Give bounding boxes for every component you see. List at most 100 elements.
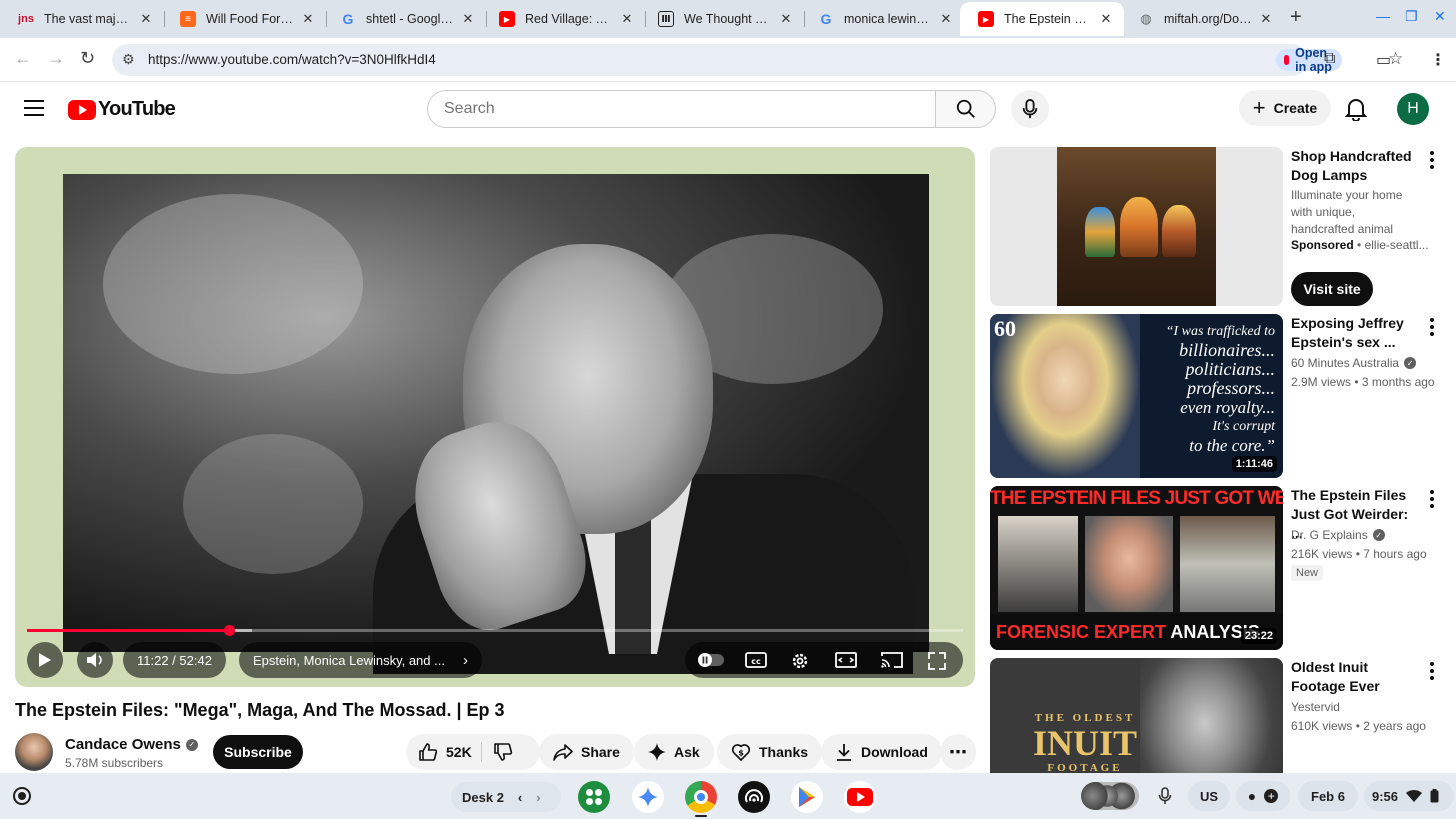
ad-title[interactable]: Shop Handcrafted Dog Lamps [1291, 147, 1419, 185]
close-tab-icon[interactable]: ✕ [460, 11, 476, 27]
download-button[interactable]: Download [821, 734, 942, 770]
close-tab-icon[interactable]: ✕ [778, 11, 794, 27]
browser-tab[interactable]: ≡ Will Food Forest P ✕ [162, 2, 327, 36]
like-button[interactable]: 52K [418, 742, 472, 762]
thanks-button[interactable]: $ Thanks [717, 734, 823, 770]
cast-button[interactable] [881, 651, 903, 674]
more-actions-button[interactable]: ⋯ [940, 734, 976, 770]
back-icon[interactable]: ← [14, 48, 32, 69]
browser-tab[interactable]: Ⅲ We Thought They ✕ [640, 2, 805, 36]
video-thumbnail[interactable]: 60 “I was trafficked to billionaires... po… [990, 314, 1283, 478]
mute-button[interactable] [77, 642, 113, 678]
theater-mode-button[interactable] [835, 651, 857, 674]
chevron-right-icon: › [462, 651, 468, 669]
video-thumbnail[interactable]: THE EPSTEIN FILES JUST GOT WEIRDER FOREN… [990, 486, 1283, 650]
dislike-button[interactable] [493, 742, 513, 767]
minimize-icon[interactable]: — [1376, 8, 1390, 24]
browser-menu-icon[interactable]: ⋮ [1430, 50, 1446, 70]
dictation-microphone-icon[interactable] [1158, 787, 1172, 810]
launcher-icon[interactable] [13, 787, 31, 805]
more-vert-icon[interactable] [1430, 318, 1434, 339]
cast-tab-icon[interactable]: ▭ [1376, 50, 1391, 70]
browser-tab-active[interactable]: ▶ The Epstein Files: ✕ [960, 2, 1124, 36]
ask-button[interactable]: Ask [634, 734, 714, 770]
forward-icon[interactable]: → [47, 48, 65, 69]
browser-tab[interactable]: ▶ Red Village: The L ✕ [481, 2, 646, 36]
browser-tab[interactable]: G monica lewinsky M ✕ [800, 2, 964, 36]
status-area[interactable]: 9:56 [1364, 781, 1454, 811]
more-vert-icon[interactable] [1430, 490, 1434, 511]
share-button[interactable]: Share [539, 734, 634, 770]
channel-name[interactable]: 60 Minutes Australia ✓ [1291, 356, 1417, 370]
hamburger-menu-icon[interactable] [24, 100, 44, 121]
date-display[interactable]: Feb 6 [1298, 781, 1358, 811]
system-shelf: Desk 2 ‹ › US ● + Feb 6 9:56 [0, 773, 1456, 819]
thanks-label: Thanks [759, 744, 809, 760]
play-store-icon[interactable] [791, 781, 823, 813]
recommended-video[interactable]: THE OLDEST INUIT FOOTAGE Oldest Inuit Fo… [990, 658, 1450, 773]
subscribe-button[interactable]: Subscribe [213, 735, 303, 769]
url-text[interactable]: https://www.youtube.com/watch?v=3N0HlfkH… [148, 52, 436, 67]
more-vert-icon[interactable] [1430, 151, 1434, 172]
recommended-video[interactable]: THE EPSTEIN FILES JUST GOT WEIRDER FOREN… [990, 486, 1450, 650]
recommended-video[interactable]: 60 “I was trafficked to billionaires... po… [990, 314, 1450, 478]
ad-card[interactable]: Shop Handcrafted Dog Lamps Illuminate yo… [990, 147, 1450, 307]
new-tab-icon[interactable]: + [1290, 6, 1302, 29]
close-tab-icon[interactable]: ✕ [619, 11, 635, 27]
browser-tab[interactable]: ◍ miftah.org/Doc/A ✕ [1120, 2, 1284, 36]
address-bar[interactable]: ⚙ https://www.youtube.com/watch?v=3N0Hlf… [112, 44, 1403, 76]
channel-name[interactable]: Candace Owens ✓ [65, 736, 198, 753]
close-window-icon[interactable]: ✕ [1434, 8, 1446, 25]
chapter-button[interactable]: Epstein, Monica Lewinsky, and ... › [239, 642, 482, 678]
youtube-logo[interactable]: YouTube [68, 98, 176, 121]
search-button[interactable] [935, 90, 996, 128]
autoplay-toggle[interactable] [697, 651, 725, 674]
close-tab-icon[interactable]: ✕ [938, 11, 954, 27]
progress-scrubber-handle[interactable] [224, 625, 235, 636]
fullscreen-button[interactable] [927, 651, 947, 676]
holding-space-thumbnails[interactable] [1080, 781, 1140, 811]
video-thumbnail[interactable]: THE OLDEST INUIT FOOTAGE [990, 658, 1283, 773]
restore-icon[interactable]: ❐ [1405, 8, 1418, 25]
close-tab-icon[interactable]: ✕ [300, 11, 316, 27]
podcast-app-icon[interactable] [738, 781, 770, 813]
input-method-indicator[interactable]: US [1188, 781, 1230, 811]
accessibility-tray[interactable]: ● + [1236, 781, 1290, 811]
app-grid-icon[interactable] [578, 781, 610, 813]
settings-button[interactable] [790, 651, 810, 676]
voice-search-button[interactable] [1011, 90, 1049, 128]
channel-avatar[interactable] [15, 733, 53, 771]
thumbnail-quote: “I was trafficked to billionaires... polit… [1166, 322, 1275, 455]
chevron-left-icon[interactable]: ‹ [518, 790, 522, 805]
search-input[interactable]: Search [427, 90, 936, 128]
notifications-button[interactable] [1344, 97, 1368, 126]
thumbnail-quote-line: to the core.” [1189, 436, 1275, 455]
channel-name[interactable]: Yestervid [1291, 700, 1340, 714]
extensions-icon[interactable]: ⧉ [1324, 50, 1335, 68]
gemini-icon[interactable] [632, 781, 664, 813]
video-title[interactable]: Oldest Inuit Footage Ever [1291, 658, 1419, 696]
more-vert-icon[interactable] [1430, 662, 1434, 683]
desk-switcher[interactable]: Desk 2 ‹ › [451, 782, 561, 812]
captions-button[interactable]: cc [745, 651, 767, 674]
browser-tab[interactable]: G shtetl - Google Se ✕ [322, 2, 487, 36]
verified-check-icon: ✓ [1372, 529, 1385, 541]
close-tab-icon[interactable]: ✕ [1258, 11, 1274, 27]
youtube-app-icon[interactable] [844, 781, 876, 813]
reload-icon[interactable]: ↻ [80, 48, 95, 69]
account-avatar[interactable]: H [1397, 93, 1429, 125]
site-settings-icon[interactable]: ⚙ [122, 51, 135, 68]
video-title[interactable]: Exposing Jeffrey Epstein's sex ... [1291, 314, 1419, 352]
visit-site-button[interactable]: Visit site [1291, 272, 1373, 306]
close-tab-icon[interactable]: ✕ [1098, 11, 1114, 27]
browser-tab[interactable]: jns The vast majority o ✕ [0, 2, 165, 36]
create-button[interactable]: + Create [1239, 90, 1331, 126]
close-tab-icon[interactable]: ✕ [138, 11, 154, 27]
download-icon [837, 744, 851, 761]
chrome-icon[interactable] [685, 781, 717, 813]
channel-name[interactable]: Dr. G Explains ✓ [1291, 528, 1385, 542]
play-button[interactable] [27, 642, 63, 678]
ad-thumbnail[interactable] [990, 147, 1283, 306]
video-player[interactable]: 11:22 / 52:42 Epstein, Monica Lewinsky, … [15, 147, 975, 687]
chevron-right-icon[interactable]: › [536, 790, 540, 805]
